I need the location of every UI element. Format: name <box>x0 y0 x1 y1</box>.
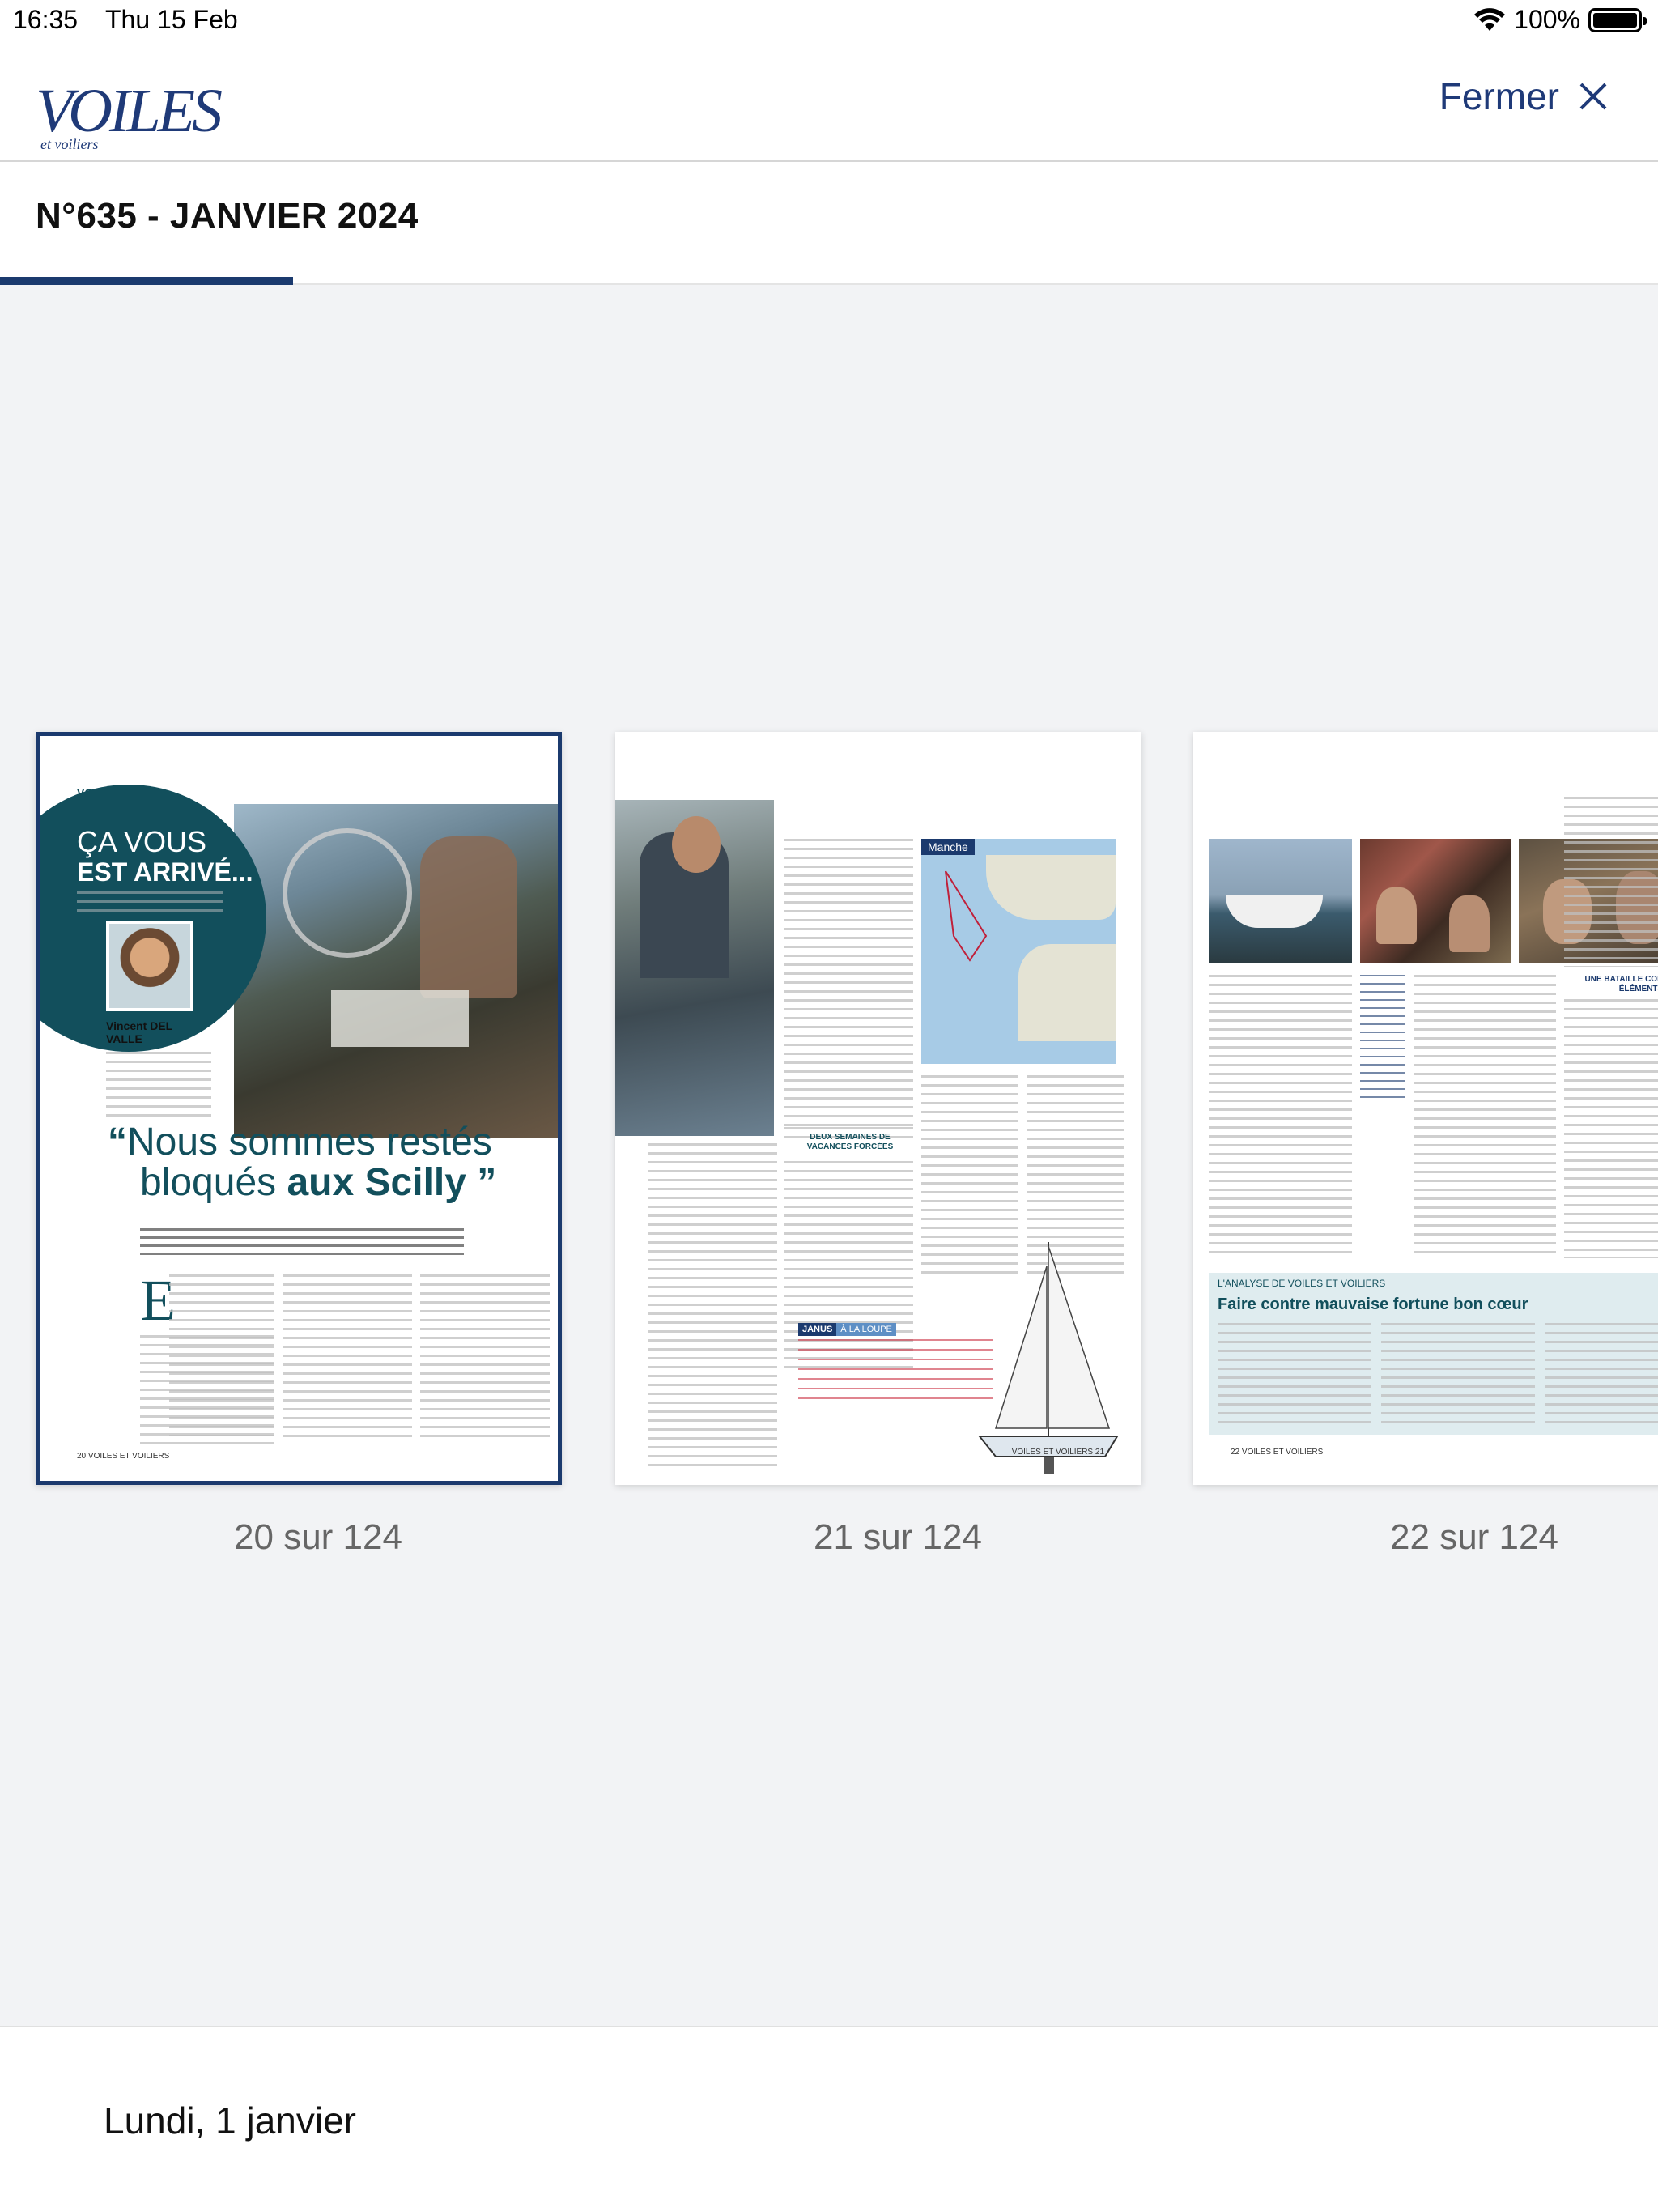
quote-line-2: bloqués aux Scilly ” <box>140 1163 496 1202</box>
quote-text-2b: aux Scilly <box>287 1161 466 1204</box>
analysis-box: L'ANALYSE DE VOILES ET VOILIERS Faire co… <box>1209 1273 1658 1435</box>
reading-progress-fill <box>0 277 294 285</box>
specs-header: JANUS À LA LOUPE <box>798 1321 896 1336</box>
crew-photo <box>615 800 774 1136</box>
text-column-b <box>1414 975 1556 1254</box>
specs-tag-2: À LA LOUPE <box>836 1323 896 1336</box>
analysis-col-1 <box>1218 1323 1371 1428</box>
quote-line-1: “Nous sommes restés <box>108 1123 492 1162</box>
intro-text <box>140 1228 464 1256</box>
status-date: Thu 15 Feb <box>105 5 238 34</box>
text-column-a <box>1209 975 1352 1254</box>
analysis-col-2 <box>1381 1323 1535 1428</box>
wifi-icon <box>1474 7 1506 31</box>
route-map: Manche <box>921 839 1116 1064</box>
body-column-1b <box>140 1335 274 1444</box>
body-column-3 <box>420 1274 550 1444</box>
sailboat-drawing <box>977 1242 1119 1474</box>
caption-block <box>1360 975 1405 1104</box>
battery-percent: 100% <box>1514 5 1580 34</box>
quote-text-1: Nous sommes restés <box>127 1121 492 1163</box>
status-bar: 16:35 Thu 15 Feb 100% <box>0 0 1658 42</box>
page-thumbnail-20[interactable]: VOUS & VOILES ÇA VOUS EST ARRIVÉ... Vinc… <box>36 732 562 1485</box>
side-heading: UNE BATAILLE CONTRE LES ÉLÉMENTS <box>1584 975 1658 993</box>
voiles-logo: VOILES et voiliers <box>36 65 230 154</box>
body-column-2 <box>283 1274 412 1444</box>
page-label-21: 21 sur 124 <box>814 1517 982 1557</box>
analysis-col-3 <box>1545 1323 1658 1428</box>
map-label: Manche <box>921 839 975 855</box>
text-column-d <box>1564 999 1658 1258</box>
sailing-photo <box>234 804 558 1138</box>
quote-text-2a: bloqués <box>140 1161 287 1204</box>
page-footer: VOILES ET VOILIERS 21 <box>1011 1448 1104 1457</box>
issue-date: Lundi, 1 janvier <box>104 2099 356 2142</box>
page-label-20: 20 sur 124 <box>234 1517 402 1557</box>
subhead: DEUX SEMAINES DE VACANCES FORCÉES <box>806 1133 894 1151</box>
specs-tag: JANUS <box>798 1323 837 1336</box>
reading-progress <box>0 277 1658 285</box>
battery-icon <box>1588 7 1647 32</box>
close-label: Fermer <box>1439 75 1559 117</box>
harbour-photo <box>1209 839 1352 963</box>
page-browser[interactable]: VOUS & VOILES ÇA VOUS EST ARRIVÉ... Vinc… <box>0 285 1658 2026</box>
close-button[interactable]: Fermer <box>1439 74 1609 118</box>
page-footer: 22 VOILES ET VOILIERS <box>1231 1448 1324 1457</box>
page-footer: 20 VOILES ET VOILIERS <box>77 1452 170 1461</box>
issue-title: N°635 - JANVIER 2024 <box>36 196 419 236</box>
badge-credits <box>77 891 223 916</box>
badge-line-1: ÇA VOUS <box>77 825 207 858</box>
pub-photo <box>1360 839 1511 963</box>
author-bio <box>106 1052 211 1123</box>
analysis-title: Faire contre mauvaise fortune bon cœur <box>1218 1295 1528 1313</box>
status-time: 16:35 <box>13 5 79 34</box>
badge-line-2: EST ARRIVÉ... <box>77 857 253 887</box>
svg-text:VOILES: VOILES <box>36 77 222 145</box>
text-column-c <box>1564 797 1658 967</box>
author-portrait <box>106 921 193 1011</box>
app-header: VOILES et voiliers Fermer <box>0 42 1658 162</box>
text-column-d <box>648 1143 777 1467</box>
text-column-a <box>784 839 913 1130</box>
page-thumbnail-21[interactable]: Manche DEUX SEMAINES DE VACANCES FORCÉES… <box>615 732 1141 1485</box>
issue-bar: N°635 - JANVIER 2024 <box>0 162 1658 285</box>
page-label-22: 22 sur 124 <box>1390 1517 1558 1557</box>
author-name: Vincent DEL VALLE <box>106 1019 172 1045</box>
specs-list <box>798 1339 993 1404</box>
svg-text:et voiliers: et voiliers <box>40 136 98 152</box>
close-icon <box>1579 83 1607 110</box>
close-quote-icon: ” <box>466 1161 497 1204</box>
page-thumbnail-22[interactable]: UNE BATAILLE CONTRE LES ÉLÉMENTS L'ANALY… <box>1193 732 1658 1485</box>
open-quote-icon: “ <box>108 1121 127 1163</box>
analysis-tag: L'ANALYSE DE VOILES ET VOILIERS <box>1218 1278 1386 1289</box>
date-footer: Lundi, 1 janvier <box>0 2026 1658 2212</box>
status-right: 100% <box>1473 5 1647 35</box>
